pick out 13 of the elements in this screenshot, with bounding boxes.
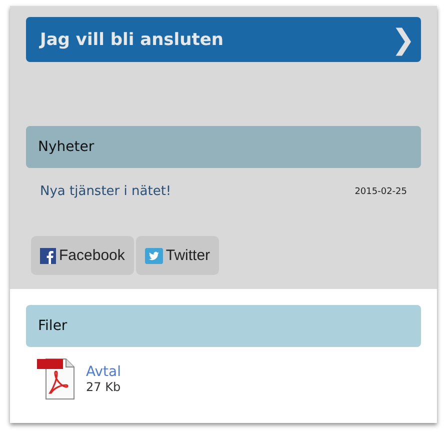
bird-icon	[144, 248, 163, 264]
news-header: Nyheter	[26, 126, 421, 168]
signup-button[interactable]: Jag vill bli ansluten ❯	[26, 17, 421, 62]
facebook-share-button[interactable]: Facebook	[31, 236, 134, 275]
signup-label: Jag vill bli ansluten	[40, 30, 224, 50]
files-header: Filer	[26, 305, 421, 347]
twitter-share-button[interactable]: Twitter	[136, 236, 220, 275]
chevron-icon: ❯	[392, 26, 415, 54]
news-date: 2015-02-25	[354, 186, 407, 196]
file-link[interactable]: Avtal	[86, 364, 121, 380]
news-link[interactable]: Nya tjänster i nätet!	[40, 184, 172, 199]
file-size: 27 Kb	[86, 380, 121, 394]
facebook-icon	[40, 248, 56, 264]
